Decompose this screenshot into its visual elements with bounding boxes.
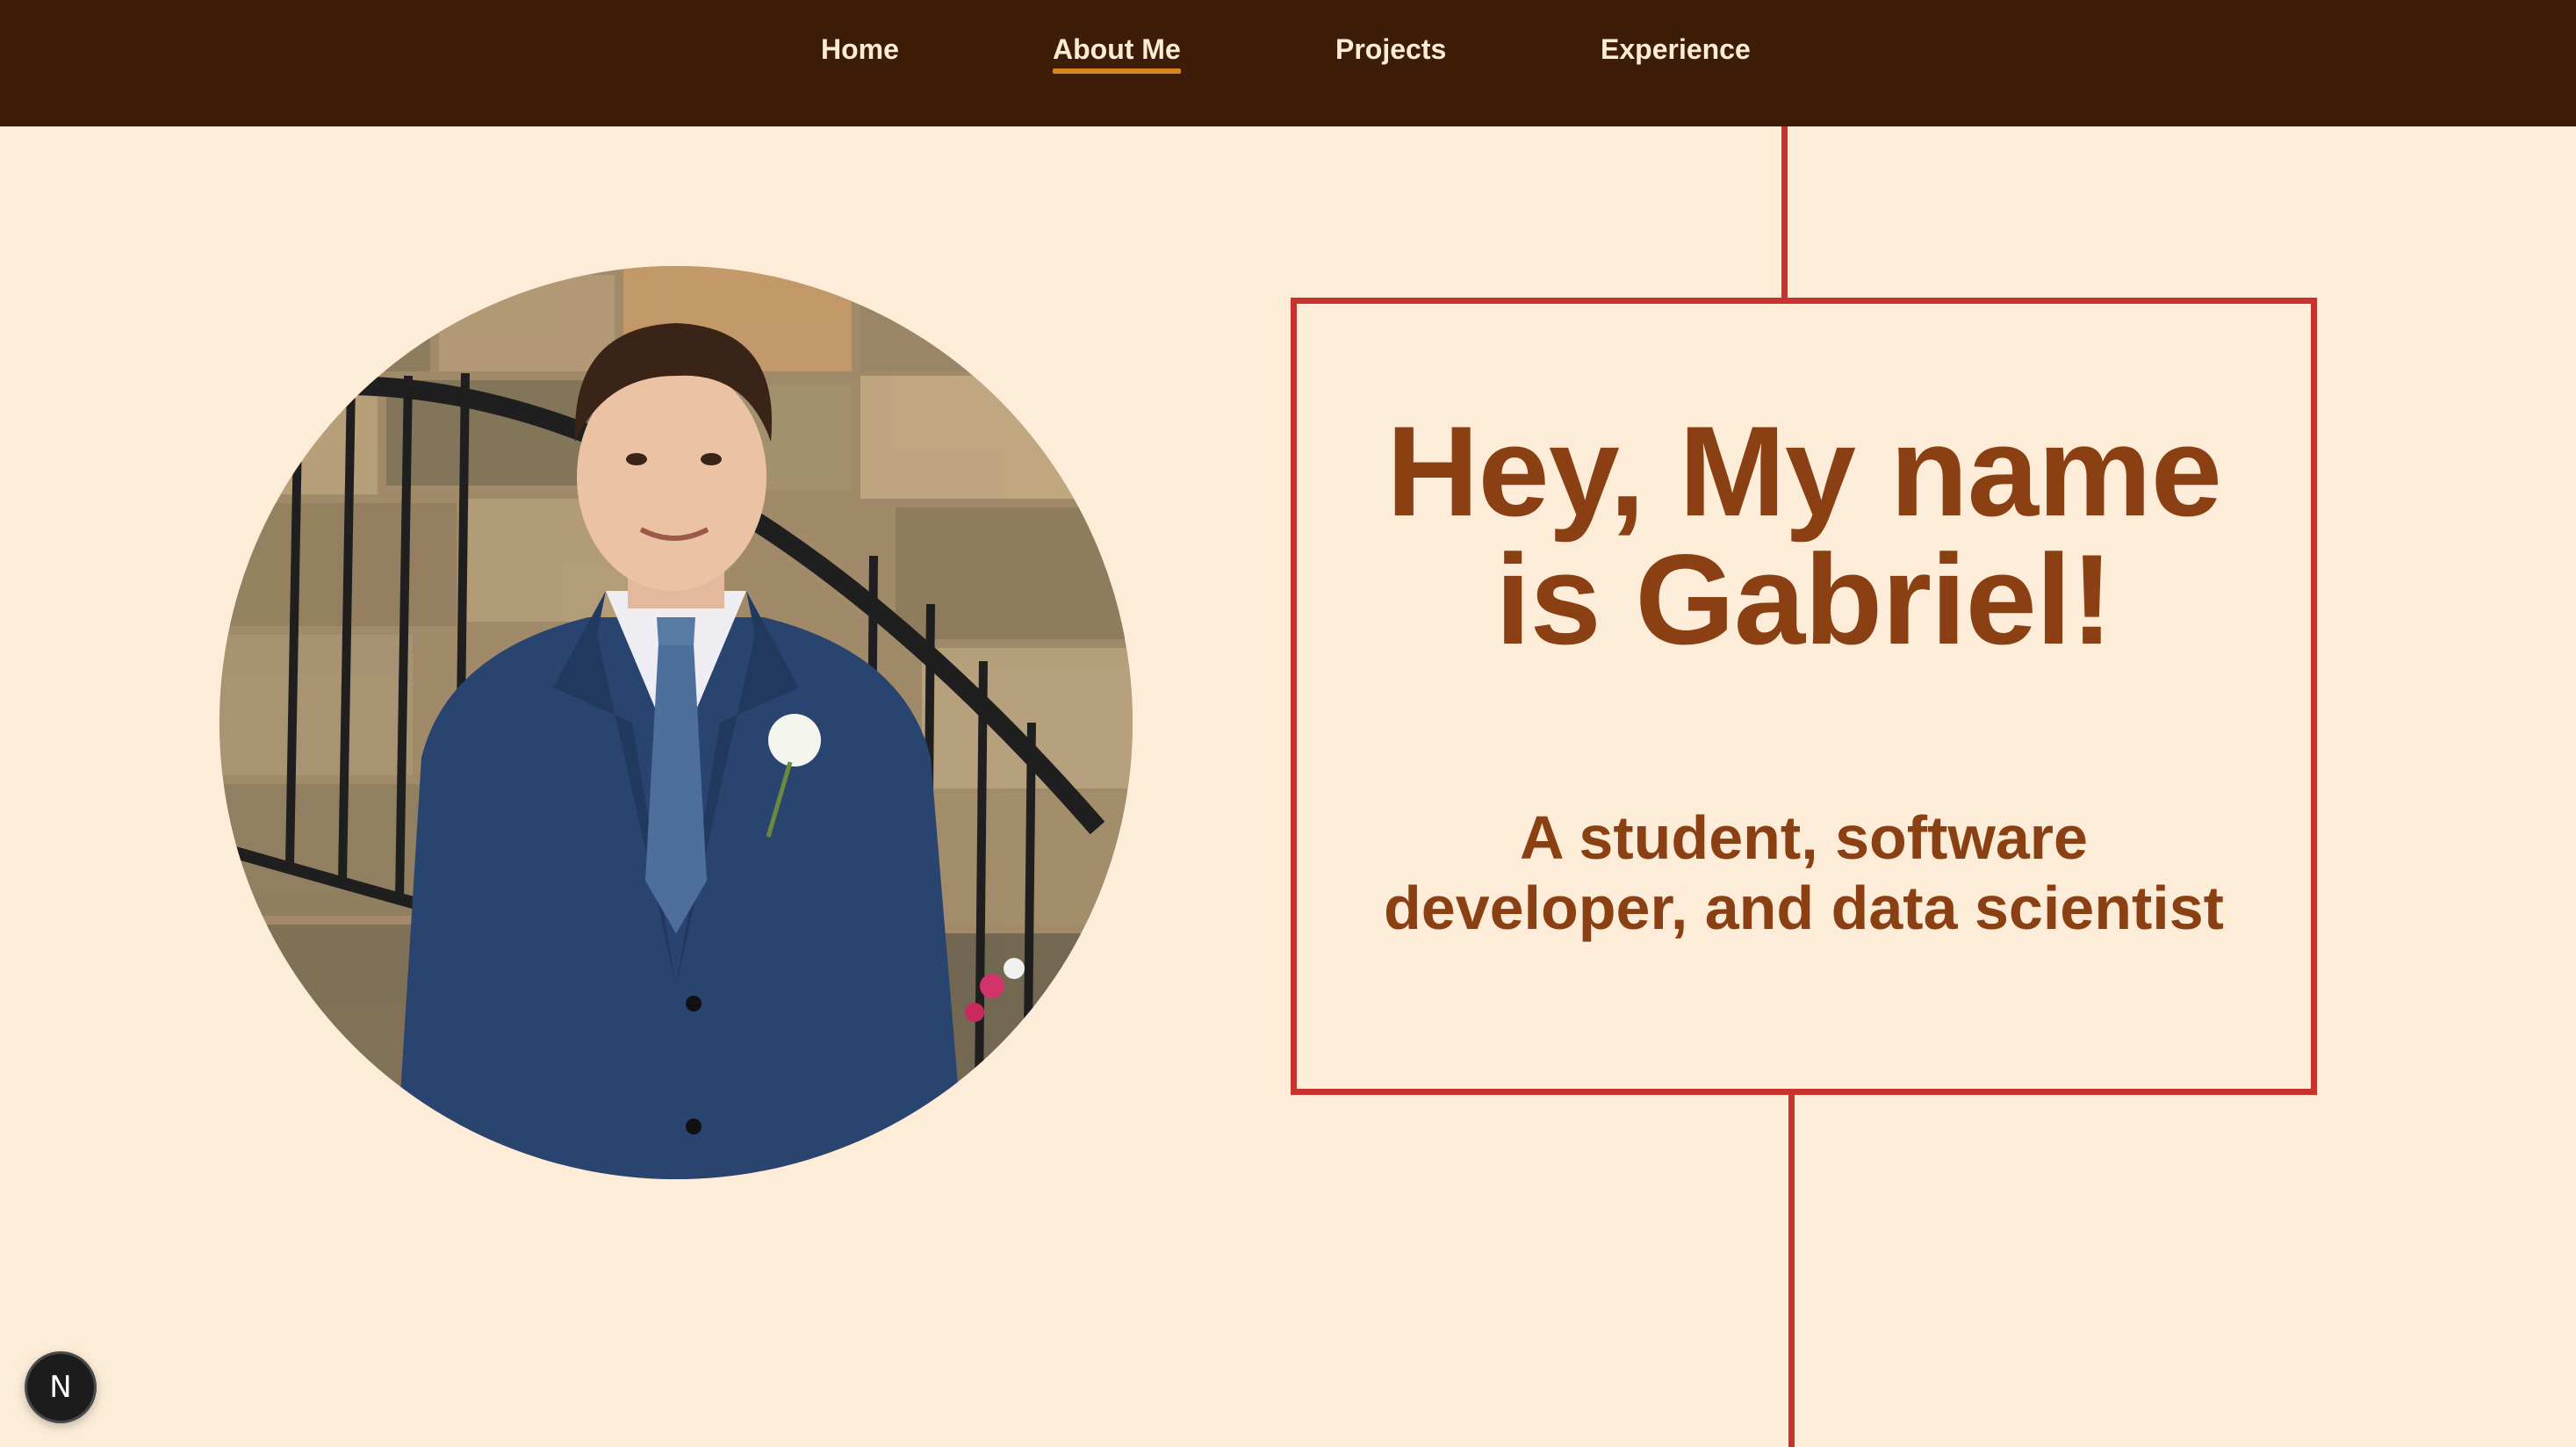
subtitle-line-2: developer, and data scientist: [1384, 874, 2224, 942]
subtitle-line-1: A student, software: [1520, 803, 2088, 872]
nav-link-about-me[interactable]: About Me: [1053, 32, 1181, 70]
timeline-line-bottom: [1788, 1094, 1795, 1447]
hero-subtitle: A student, software developer, and data s…: [1323, 803, 2285, 943]
nextjs-icon[interactable]: N: [27, 1354, 94, 1421]
nav-link-home[interactable]: Home: [821, 32, 899, 70]
intro-card: Hey, My name is Gabriel! A student, softw…: [1291, 298, 2317, 1095]
top-navbar: Home About Me Projects Experience: [0, 0, 2576, 126]
active-nav-underline: [1053, 68, 1181, 74]
page: Home About Me Projects Experience Hey, M…: [0, 0, 2576, 1447]
nav-link-projects[interactable]: Projects: [1335, 32, 1446, 70]
profile-photo: [219, 266, 1133, 1179]
headline-line-1: Hey, My name: [1386, 400, 2222, 543]
nav-link-experience[interactable]: Experience: [1601, 32, 1751, 70]
timeline-line-top: [1781, 126, 1788, 299]
headline-line-2: is Gabriel!: [1494, 528, 2113, 671]
hero-headline: Hey, My name is Gabriel!: [1332, 407, 2276, 664]
